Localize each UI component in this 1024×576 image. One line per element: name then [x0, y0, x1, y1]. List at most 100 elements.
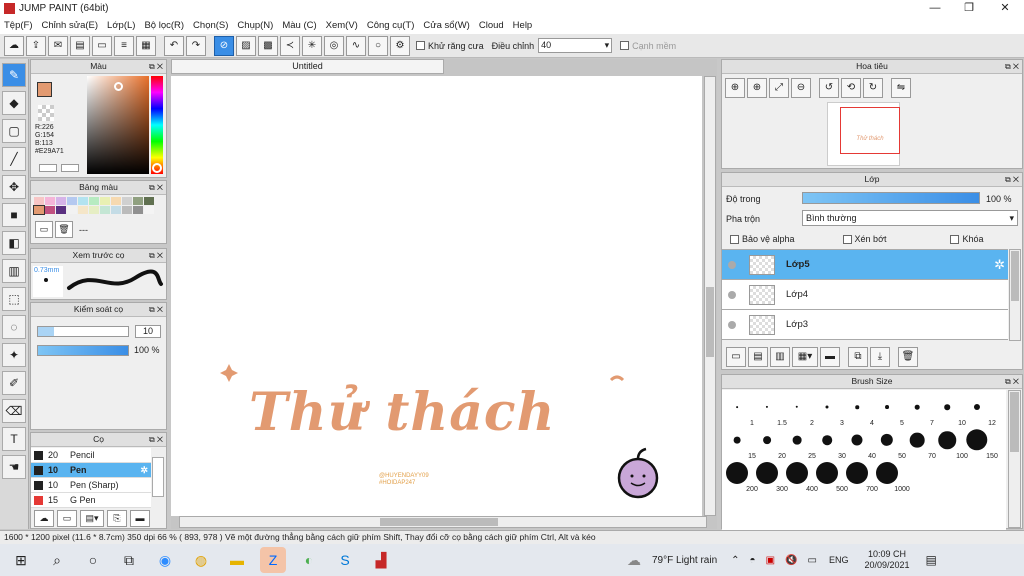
settings-snap-icon[interactable]: ⚙ [390, 35, 410, 56]
text-tool-icon[interactable]: T [2, 427, 26, 451]
parallel-snap-icon[interactable]: ▨ [236, 35, 256, 56]
eraser-tool-icon[interactable]: ◆ [2, 91, 26, 115]
radial-line-icon[interactable]: ≺ [280, 35, 300, 56]
brush-copy-icon[interactable]: ⎘ [107, 510, 127, 527]
drawing-canvas[interactable]: Thử thách @HUYENDAYY09 #HOIDAP247 [171, 76, 702, 516]
brush-settings-icon[interactable]: ✲ [140, 465, 148, 476]
horizontal-scroll-thumb[interactable] [380, 518, 498, 526]
new-brush-icon[interactable]: ▭ [57, 510, 77, 527]
brush-size-scroll-thumb[interactable] [1010, 392, 1019, 452]
clipping-checkbox[interactable] [842, 234, 852, 244]
brush-size-option[interactable]: 4 [842, 396, 874, 428]
select-pen-tool-icon[interactable]: ✐ [2, 371, 26, 395]
swatch[interactable] [111, 197, 121, 205]
brush-size-option[interactable]: 200 [722, 462, 758, 494]
swatch[interactable] [67, 206, 77, 214]
brush-size-option[interactable]: 150 [962, 429, 998, 461]
zalo-icon[interactable]: Z [260, 547, 286, 573]
merge-layer-icon[interactable]: ⤓ [870, 347, 890, 367]
swatch[interactable] [144, 206, 154, 214]
doc-icon[interactable]: ≡ [114, 35, 134, 56]
brush-folder-icon[interactable]: ▬ [130, 510, 150, 527]
panel-close-icon[interactable]: ⧉ ✕ [1005, 173, 1019, 186]
menu-help[interactable]: Help [513, 20, 533, 31]
color-mode-button-2[interactable] [61, 164, 79, 172]
swatch[interactable] [78, 197, 88, 205]
menu-tools[interactable]: Công cụ(T) [367, 20, 415, 31]
comment-icon[interactable]: ▤ [70, 35, 90, 56]
menu-file[interactable]: Tệp(F) [4, 20, 33, 31]
brush-size-option[interactable]: 10 [932, 396, 966, 428]
layer-scrollbar[interactable] [1009, 249, 1021, 341]
jump-paint-taskbar-icon[interactable]: ▟ [368, 547, 394, 573]
cortana-icon[interactable]: ○ [80, 547, 106, 573]
hand-tool-icon[interactable]: ☚ [2, 455, 26, 479]
new-layer-1bit-icon[interactable]: ▥ [770, 347, 790, 367]
brush-size-option[interactable]: 25 [782, 429, 816, 461]
file-explorer-icon[interactable]: ▬ [224, 547, 250, 573]
export-icon[interactable]: ⇪ [26, 35, 46, 56]
curve-snap-icon[interactable]: ∿ [346, 35, 366, 56]
input-language[interactable]: ENG [829, 555, 849, 565]
swatch[interactable] [56, 197, 66, 205]
vertical-scroll-thumb[interactable] [706, 287, 714, 357]
brush-size-option[interactable]: 70 [902, 429, 936, 461]
swatch[interactable] [122, 197, 132, 205]
line-tool-icon[interactable]: ╱ [2, 147, 26, 171]
brush-item-pen[interactable]: 10 Pen ✲ [31, 463, 151, 478]
panel-close-icon[interactable]: ⧉ ✕ [149, 433, 163, 446]
brush-size-option[interactable]: 20 [752, 429, 786, 461]
panel-close-icon[interactable]: ⧉ ✕ [1005, 60, 1019, 73]
brush-size-option[interactable]: 15 [722, 429, 756, 461]
windows-start-icon[interactable]: ⊞ [8, 547, 34, 573]
correction-select[interactable]: 40 ▾ [538, 38, 613, 53]
vertical-scrollbar[interactable] [704, 76, 716, 516]
swatch[interactable] [78, 206, 88, 214]
new-layer-icon[interactable]: ▭ [726, 347, 746, 367]
brush-size-option[interactable]: 3 [812, 396, 844, 428]
skype-icon[interactable]: S [332, 547, 358, 573]
volume-icon[interactable]: 🔇 [785, 555, 797, 566]
blend-mode-select[interactable]: Bình thường ▾ [802, 210, 1018, 226]
menu-view[interactable]: Xem(V) [326, 20, 358, 31]
hue-slider-handle[interactable] [152, 163, 162, 173]
brush-size-option[interactable]: 1 [722, 396, 754, 428]
layer-item-5[interactable]: Lớp5 ✲ [722, 250, 1008, 280]
swatch[interactable] [45, 197, 55, 205]
lasso-tool-icon[interactable]: ◌ [2, 315, 26, 339]
circle-snap-icon[interactable]: ◎ [324, 35, 344, 56]
brush-item-pen-sharp[interactable]: 10 Pen (Sharp) [31, 478, 151, 493]
flip-icon[interactable]: ⇋ [891, 78, 911, 98]
brush-size-option[interactable]: 100 [932, 429, 968, 461]
network-icon[interactable]: ▭ [808, 555, 817, 566]
new-layer-8bit-icon[interactable]: ▤ [748, 347, 768, 367]
radial-snap-icon[interactable]: ✳ [302, 35, 322, 56]
gradient-tool-icon[interactable]: ▥ [2, 259, 26, 283]
duplicate-layer-icon[interactable]: ⧉ [848, 347, 868, 367]
swatch[interactable] [34, 197, 44, 205]
zoom-fit-icon[interactable]: ⊕ [725, 78, 745, 98]
brush-menu-icon[interactable]: ▤▾ [80, 510, 104, 527]
antialias-checkbox[interactable] [416, 41, 425, 50]
swatch[interactable] [45, 206, 55, 214]
tray-shield-icon[interactable]: ▣ [766, 555, 775, 566]
no-snap-icon[interactable]: ⊘ [214, 35, 234, 56]
swatch[interactable] [133, 197, 143, 205]
swatch[interactable] [122, 206, 132, 214]
bucket-tool-icon[interactable]: ◧ [2, 231, 26, 255]
rotate-reset-icon[interactable]: ⟲ [841, 78, 861, 98]
zoom-in-icon[interactable]: ⊕ [747, 78, 767, 98]
new-swatch-icon[interactable]: ▭ [35, 221, 53, 238]
document-tab[interactable]: Untitled [171, 59, 444, 74]
grid-settings-icon[interactable]: ▦ [136, 35, 156, 56]
color-picker-cursor[interactable] [114, 82, 123, 91]
brush-size-option[interactable]: 40 [842, 429, 876, 461]
brush-size-scrollbar[interactable] [1008, 390, 1021, 528]
layer-item-3[interactable]: Lớp3 [722, 310, 1008, 340]
main-color-swatch[interactable] [37, 82, 52, 97]
brush-opacity-slider[interactable] [37, 345, 129, 356]
layer-item-4[interactable]: Lớp4 [722, 280, 1008, 310]
layer-folder-icon[interactable]: ▬ [820, 347, 840, 367]
menu-select[interactable]: Chọn(S) [193, 20, 228, 31]
brush-item-g-pen[interactable]: 15 G Pen [31, 493, 151, 508]
